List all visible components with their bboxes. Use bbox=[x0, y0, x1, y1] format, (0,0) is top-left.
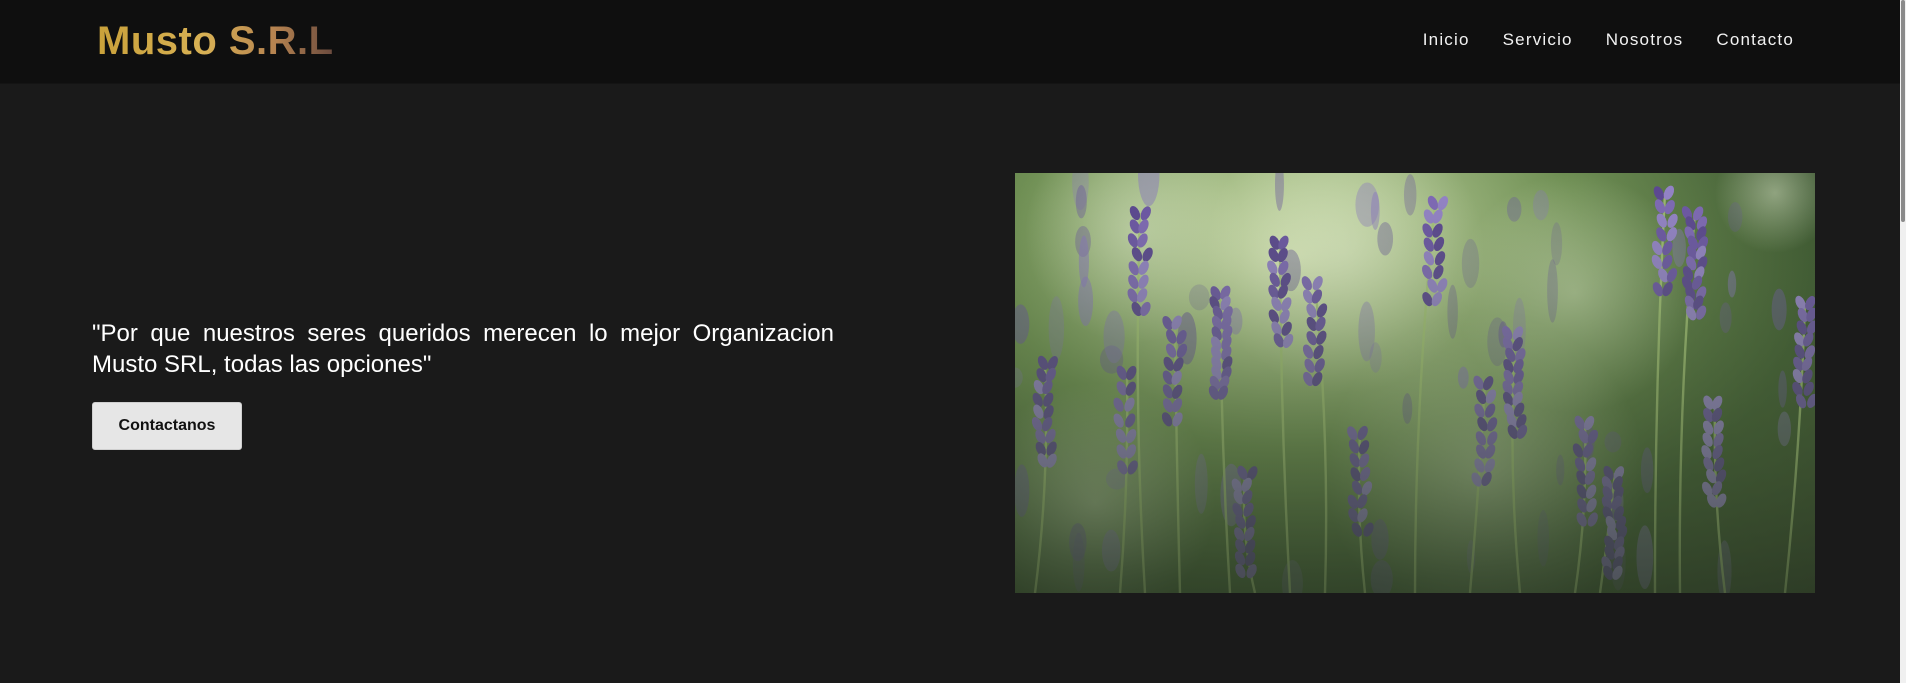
nav-link-inicio[interactable]: Inicio bbox=[1423, 28, 1470, 52]
nav-link-contacto[interactable]: Contacto bbox=[1716, 28, 1794, 52]
lavender-image bbox=[1015, 173, 1815, 593]
main-nav: Inicio Servicio Nosotros Contacto bbox=[1390, 28, 1794, 52]
scrollbar-thumb[interactable] bbox=[1901, 0, 1905, 222]
page: Musto S.R.L Inicio Servicio Nosotros Con… bbox=[0, 0, 1906, 683]
page-scrollbar[interactable] bbox=[1900, 0, 1906, 683]
hero-section: "Por que nuestros seres queridos merecen… bbox=[92, 318, 834, 450]
lavender-illustration bbox=[1015, 173, 1815, 593]
brand-logo[interactable]: Musto S.R.L bbox=[97, 18, 334, 64]
contact-button[interactable]: Contactanos bbox=[92, 402, 242, 450]
nav-link-servicio[interactable]: Servicio bbox=[1503, 28, 1573, 52]
nav-link-nosotros[interactable]: Nosotros bbox=[1606, 28, 1684, 52]
navbar: Musto S.R.L Inicio Servicio Nosotros Con… bbox=[0, 0, 1900, 84]
hero-quote: "Por que nuestros seres queridos merecen… bbox=[92, 320, 834, 378]
